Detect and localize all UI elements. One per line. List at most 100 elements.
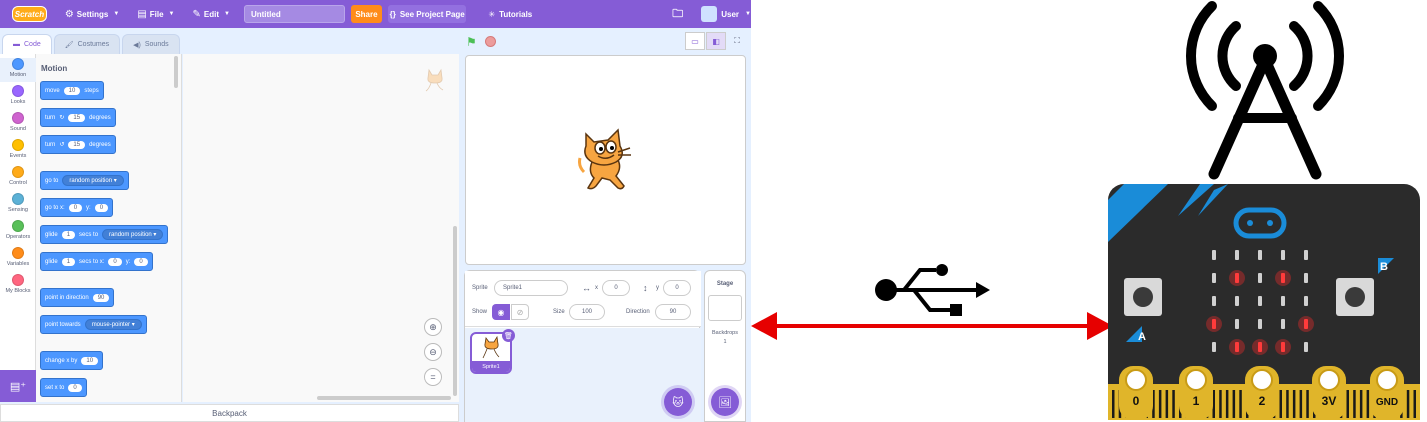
set-x-block[interactable]: set x to 0 bbox=[40, 378, 87, 397]
zoom-reset-button[interactable]: = bbox=[424, 368, 442, 386]
file-menu[interactable]: ▤ File ▼ bbox=[137, 9, 174, 20]
turn-left-block[interactable]: turn ↺ 15 degrees bbox=[40, 135, 116, 154]
chevron-down-icon: ▼ bbox=[168, 11, 175, 17]
turn-right-block[interactable]: turn ↻ 15 degrees bbox=[40, 108, 116, 127]
choose-sprite-button[interactable]: 🐱 bbox=[664, 388, 692, 416]
x-input[interactable]: 0 bbox=[602, 280, 630, 296]
number-input[interactable]: 10 bbox=[63, 86, 81, 95]
show-visible-icon[interactable]: ◉ bbox=[492, 304, 510, 320]
tab-code[interactable]: ▬ Code bbox=[2, 34, 52, 54]
delete-sprite-icon[interactable]: 🗑 bbox=[502, 329, 515, 342]
menu-bar: Scratch ⚙ Settings ▼ ▤ File ▼ ✎ Edit ▼ U… bbox=[0, 0, 751, 28]
category-variables[interactable]: Variables bbox=[0, 247, 36, 267]
number-input[interactable]: 0 bbox=[134, 257, 148, 266]
sprite-pane: Sprite Sprite1 ↔ x 0 ↕ y 0 Show ◉ ⊘ Size… bbox=[464, 270, 701, 422]
see-project-page-button[interactable]: {} See Project Page bbox=[387, 5, 467, 23]
led-off bbox=[1258, 319, 1262, 329]
category-motion[interactable]: Motion bbox=[0, 58, 36, 82]
scratch-logo[interactable]: Scratch bbox=[12, 6, 47, 22]
block-text: go to bbox=[45, 177, 59, 184]
stage-selector[interactable]: Stage Backdrops 1 🖼 bbox=[704, 270, 746, 422]
number-input[interactable]: 10 bbox=[81, 356, 99, 365]
workspace-horizontal-scrollbar[interactable] bbox=[317, 396, 451, 400]
point-towards-block[interactable]: point towards mouse-pointer ▾ bbox=[40, 315, 147, 334]
direction-label: Direction bbox=[626, 309, 650, 315]
direction-input[interactable]: 90 bbox=[655, 304, 691, 320]
category-operators[interactable]: Operators bbox=[0, 220, 36, 240]
zoom-in-button[interactable]: ⊕ bbox=[424, 318, 442, 336]
category-events[interactable]: Events bbox=[0, 139, 36, 159]
sprite-name-input[interactable]: Sprite1 bbox=[494, 280, 568, 296]
pin-hole bbox=[1251, 369, 1273, 391]
go-to-block[interactable]: go to random position ▾ bbox=[40, 171, 129, 190]
palette-scrollbar[interactable] bbox=[174, 56, 178, 88]
add-extension-button[interactable]: ▤⁺ bbox=[0, 370, 36, 402]
tab-sounds[interactable]: ◀) Sounds bbox=[122, 34, 180, 54]
zoom-out-button[interactable]: ⊖ bbox=[424, 343, 442, 361]
number-input[interactable]: 90 bbox=[92, 293, 110, 302]
backpack[interactable]: Backpack bbox=[0, 404, 459, 422]
settings-menu[interactable]: ⚙ Settings ▼ bbox=[65, 9, 119, 20]
number-input[interactable]: 15 bbox=[68, 113, 86, 122]
target-dropdown[interactable]: random position ▾ bbox=[102, 229, 164, 240]
glide-to-xy-block[interactable]: glide 1 secs to x: 0 y: 0 bbox=[40, 252, 153, 271]
edit-menu[interactable]: ✎ Edit ▼ bbox=[193, 9, 230, 20]
tutorials-button[interactable]: ✳ Tutorials bbox=[488, 10, 532, 19]
workspace-vertical-scrollbar[interactable] bbox=[453, 226, 457, 396]
glide-to-block[interactable]: glide 1 secs to random position ▾ bbox=[40, 225, 169, 244]
tutorials-label: Tutorials bbox=[499, 9, 533, 19]
target-dropdown[interactable]: random position ▾ bbox=[62, 175, 124, 186]
fullscreen-icon[interactable]: ⛶ bbox=[727, 32, 747, 50]
size-label: Size bbox=[553, 309, 565, 315]
pin-hole bbox=[1376, 369, 1398, 391]
small-stage-button[interactable]: ▭ bbox=[685, 32, 705, 50]
number-input[interactable]: 0 bbox=[68, 203, 83, 212]
category-sensing[interactable]: Sensing bbox=[0, 193, 36, 213]
block-text: secs to bbox=[79, 231, 99, 238]
normal-stage-button[interactable]: ◧ bbox=[706, 32, 726, 50]
user-label: User bbox=[721, 9, 740, 19]
block-text: turn bbox=[45, 114, 56, 121]
show-hidden-icon[interactable]: ⊘ bbox=[511, 304, 529, 320]
number-input[interactable]: 15 bbox=[68, 140, 86, 149]
stop-icon[interactable] bbox=[485, 36, 496, 47]
connector-finger bbox=[1225, 390, 1229, 418]
led-on bbox=[1281, 342, 1285, 352]
led-off bbox=[1258, 250, 1262, 260]
avatar bbox=[701, 6, 718, 22]
number-input[interactable]: 1 bbox=[61, 230, 76, 239]
category-my-blocks[interactable]: My Blocks bbox=[0, 274, 36, 294]
cat-sprite[interactable] bbox=[578, 128, 636, 192]
folder-icon[interactable]: 🗀 bbox=[672, 5, 683, 24]
target-dropdown[interactable]: mouse-pointer ▾ bbox=[84, 319, 142, 330]
category-dot-icon bbox=[12, 193, 24, 205]
user-menu[interactable]: User ▼ bbox=[701, 6, 751, 22]
number-input[interactable]: 1 bbox=[61, 257, 76, 266]
category-looks[interactable]: Looks bbox=[0, 85, 36, 105]
led-on bbox=[1304, 319, 1308, 329]
code-workspace[interactable]: ⊕ ⊖ = bbox=[183, 54, 459, 402]
category-control[interactable]: Control bbox=[0, 166, 36, 186]
green-flag-icon[interactable]: ⚑ bbox=[466, 35, 477, 49]
number-input[interactable]: 0 bbox=[108, 257, 122, 266]
share-button[interactable]: Share bbox=[350, 5, 382, 23]
tab-costumes[interactable]: 🖌 Costumes bbox=[53, 34, 121, 54]
number-input[interactable]: 0 bbox=[94, 203, 109, 212]
move-steps-block[interactable]: move 10 steps bbox=[40, 81, 104, 100]
category-sound[interactable]: Sound bbox=[0, 112, 36, 132]
pin-label: 3V bbox=[1322, 394, 1337, 408]
stage-thumbnail[interactable] bbox=[708, 295, 742, 321]
number-input[interactable]: 0 bbox=[68, 383, 82, 392]
chevron-down-icon: ▼ bbox=[224, 11, 230, 17]
go-to-xy-block[interactable]: go to x: 0 y: 0 bbox=[40, 198, 114, 217]
tab-code-label: Code bbox=[24, 41, 41, 48]
change-x-block[interactable]: change x by 10 bbox=[40, 351, 104, 370]
size-input[interactable]: 100 bbox=[569, 304, 605, 320]
point-in-direction-block[interactable]: point in direction 90 bbox=[40, 288, 115, 307]
choose-backdrop-button[interactable]: 🖼 bbox=[711, 388, 739, 416]
y-input[interactable]: 0 bbox=[663, 280, 691, 296]
led-off bbox=[1212, 342, 1216, 352]
stage-canvas[interactable] bbox=[465, 55, 746, 265]
project-title-input[interactable]: Untitled bbox=[243, 5, 345, 23]
connector-finger bbox=[1112, 390, 1115, 418]
